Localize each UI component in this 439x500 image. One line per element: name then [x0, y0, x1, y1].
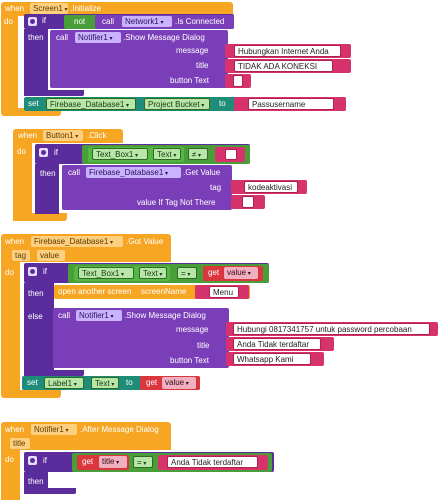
button1-component-dropdown[interactable]: Button1: [43, 130, 83, 141]
to-label: to: [219, 99, 226, 108]
if-label: if: [54, 148, 58, 157]
message-string-input[interactable]: Hubungi 0817341757 untuk password percob…: [233, 323, 430, 335]
if-block-bottom: [24, 90, 84, 96]
screen-name-label: screenName: [141, 287, 187, 296]
value-param-chip[interactable]: value: [37, 250, 65, 261]
value-if-tag-not-there-label: value If Tag Not There: [137, 198, 216, 207]
notifier-component-dropdown[interactable]: Notifier1: [76, 310, 122, 321]
message-string-input[interactable]: Hubungkan Internet Anda: [234, 45, 341, 57]
button-text-param-label: button Text: [170, 76, 209, 85]
title-variable-dropdown[interactable]: title: [99, 456, 127, 468]
show-message-dialog-label: .Show Message Dialog: [124, 311, 206, 320]
network-component-dropdown[interactable]: Network1: [122, 16, 172, 27]
then-label: then: [28, 477, 44, 486]
do-label: do: [4, 17, 13, 26]
textbox-component-dropdown[interactable]: Text_Box1: [78, 267, 134, 279]
button-text-string-input[interactable]: [233, 75, 243, 87]
after-message-dialog-event-label: .After Message Dialog: [80, 425, 159, 434]
call-label: call: [58, 311, 71, 320]
gotvalue-do-column: [1, 262, 20, 394]
tag-param-chip[interactable]: tag: [12, 250, 30, 261]
message-param-label: message: [176, 325, 209, 334]
then-label: then: [28, 289, 44, 298]
do-label: do: [5, 455, 14, 464]
tag-string-input[interactable]: kodeaktivasi: [244, 181, 298, 193]
button-text-string-input[interactable]: Whatsapp Kami: [233, 353, 311, 365]
value-variable-dropdown[interactable]: value: [224, 267, 258, 279]
empty-string-input[interactable]: [225, 149, 237, 160]
do-label: do: [5, 268, 14, 277]
if-label: if: [42, 16, 46, 25]
call-label: call: [102, 17, 115, 26]
project-bucket-property-dropdown[interactable]: Project Bucket: [144, 98, 210, 110]
equal-operator-dropdown[interactable]: =: [133, 456, 153, 468]
got-value-event-label: .Got Value: [126, 237, 164, 246]
title-param-label: title: [196, 61, 209, 70]
text-property-dropdown[interactable]: Text: [153, 148, 181, 160]
firebase-component-dropdown[interactable]: Firebase_Database1: [86, 167, 181, 178]
not-label: not: [74, 17, 86, 26]
open-another-screen-label: open another screen: [58, 287, 132, 296]
then-label: then: [28, 33, 44, 42]
screen1-do-column: [1, 14, 18, 112]
title-string-input[interactable]: TIDAK ADA KONEKSI: [234, 60, 333, 72]
click-event-label: .Click: [87, 131, 107, 140]
get-label: get: [82, 457, 94, 466]
when-label: when: [18, 131, 38, 140]
else-label: else: [28, 312, 43, 321]
firebase-component-dropdown[interactable]: Firebase_Database1: [46, 98, 136, 110]
title-string-input[interactable]: Anda Tidak terdaftar: [233, 338, 321, 350]
text-property-dropdown[interactable]: Text: [139, 267, 167, 279]
if-mutator-gear-icon[interactable]: [39, 148, 48, 157]
tag-param-label: tag: [210, 183, 222, 192]
anda-tidak-terdaftar-string-input[interactable]: Anda Tidak terdaftar: [167, 456, 258, 468]
when-label: when: [5, 425, 25, 434]
button1-block-bottom: [13, 213, 67, 221]
call-label: call: [56, 33, 69, 42]
text-property-dropdown[interactable]: Text: [91, 377, 119, 389]
firebase-component-dropdown[interactable]: Firebase_Database1: [31, 236, 123, 247]
show-message-dialog-label: .Show Message Dialog: [123, 33, 205, 42]
not-equal-operator-dropdown[interactable]: ≠: [188, 148, 208, 160]
if-mutator-gear-icon[interactable]: [28, 456, 37, 465]
call-label: call: [68, 168, 81, 177]
screen1-component-dropdown[interactable]: Screen1: [30, 3, 68, 14]
title-param-label: title: [197, 341, 210, 350]
do-label: do: [17, 147, 26, 156]
equal-operator-dropdown[interactable]: =: [177, 267, 197, 279]
if-mutator-gear-icon[interactable]: [28, 17, 37, 26]
value-variable-dropdown[interactable]: value: [162, 377, 196, 389]
get-label: get: [146, 378, 158, 387]
textbox-component-dropdown[interactable]: Text_Box1: [92, 148, 148, 160]
if-block-bottom: [24, 488, 76, 494]
get-label: get: [208, 268, 220, 277]
set-label: set: [27, 378, 38, 387]
if-label: if: [43, 456, 47, 465]
menu-string-input[interactable]: Menu: [209, 286, 239, 298]
title-param-chip[interactable]: title: [10, 438, 30, 449]
notifier-component-dropdown[interactable]: Notifier1: [31, 424, 77, 435]
to-label: to: [126, 378, 133, 387]
gotvalue-block-bottom: [1, 390, 61, 398]
passusername-string-input[interactable]: Passusername: [248, 98, 334, 110]
message-param-label: message: [176, 46, 209, 55]
then-label: then: [40, 169, 56, 178]
when-label: when: [5, 237, 25, 246]
button-text-param-label: button Text: [170, 356, 209, 365]
label1-component-dropdown[interactable]: Label1: [44, 377, 84, 389]
set-label: set: [28, 99, 39, 108]
get-value-method-label: .Get Value: [183, 168, 221, 177]
default-value-string-input[interactable]: [242, 196, 254, 208]
notifier-component-dropdown[interactable]: Notifier1: [75, 32, 121, 43]
isconnected-label: .Is Connected: [175, 17, 225, 26]
if-label: if: [43, 267, 47, 276]
if-mutator-gear-icon[interactable]: [28, 267, 37, 276]
